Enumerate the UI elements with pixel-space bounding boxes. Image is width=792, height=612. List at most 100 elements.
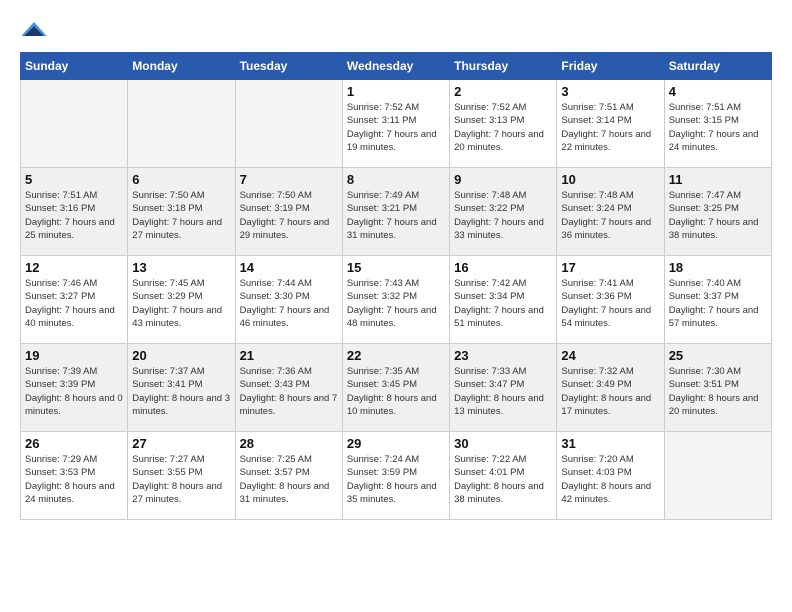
day-number: 2 [454, 84, 552, 99]
day-info: Sunrise: 7:43 AMSunset: 3:32 PMDaylight:… [347, 277, 445, 330]
day-info: Sunrise: 7:50 AMSunset: 3:19 PMDaylight:… [240, 189, 338, 242]
day-number: 24 [561, 348, 659, 363]
day-info: Sunrise: 7:45 AMSunset: 3:29 PMDaylight:… [132, 277, 230, 330]
weekday-header-saturday: Saturday [664, 53, 771, 80]
calendar-day: 14Sunrise: 7:44 AMSunset: 3:30 PMDayligh… [235, 256, 342, 344]
day-info: Sunrise: 7:47 AMSunset: 3:25 PMDaylight:… [669, 189, 767, 242]
calendar-day: 22 Sunrise: 7:35 AMSunset: 3:45 PMDayligh… [342, 344, 449, 432]
calendar-body: 1 Sunrise: 7:52 AMSunset: 3:11 PMDaylight… [21, 80, 772, 520]
day-info: Sunrise: 7:49 AMSunset: 3:21 PMDaylight:… [347, 189, 445, 242]
calendar-day: 16 Sunrise: 7:42 AMSunset: 3:34 PMDayligh… [450, 256, 557, 344]
day-info: Sunrise: 7:50 AMSunset: 3:18 PMDaylight:… [132, 189, 230, 242]
calendar-day: 2Sunrise: 7:52 AMSunset: 3:13 PMDaylight… [450, 80, 557, 168]
day-info: Sunrise: 7:33 AMSunset: 3:47 PMDaylight:… [454, 365, 552, 418]
calendar-day: 31 Sunrise: 7:20 AMSunset: 4:03 PMDayligh… [557, 432, 664, 520]
day-info: Sunrise: 7:51 AMSunset: 3:14 PMDaylight:… [561, 101, 659, 154]
calendar-day [128, 80, 235, 168]
day-number: 10 [561, 172, 659, 187]
calendar-day: 29 Sunrise: 7:24 AMSunset: 3:59 PMDayligh… [342, 432, 449, 520]
logo [20, 20, 52, 36]
calendar-day: 27 Sunrise: 7:27 AMSunset: 3:55 PMDayligh… [128, 432, 235, 520]
day-info: Sunrise: 7:32 AMSunset: 3:49 PMDaylight:… [561, 365, 659, 418]
day-info: Sunrise: 7:20 AMSunset: 4:03 PMDaylight:… [561, 453, 659, 506]
day-number: 1 [347, 84, 445, 99]
calendar-day: 9 Sunrise: 7:48 AMSunset: 3:22 PMDaylight… [450, 168, 557, 256]
day-number: 4 [669, 84, 767, 99]
weekday-header-wednesday: Wednesday [342, 53, 449, 80]
calendar-day: 19 Sunrise: 7:39 AMSunset: 3:39 PMDayligh… [21, 344, 128, 432]
day-number: 5 [25, 172, 123, 187]
day-number: 22 [347, 348, 445, 363]
calendar-day: 18 Sunrise: 7:40 AMSunset: 3:37 PMDayligh… [664, 256, 771, 344]
calendar-day: 4 Sunrise: 7:51 AMSunset: 3:15 PMDaylight… [664, 80, 771, 168]
day-info: Sunrise: 7:27 AMSunset: 3:55 PMDaylight:… [132, 453, 230, 506]
calendar-week-1: 1 Sunrise: 7:52 AMSunset: 3:11 PMDaylight… [21, 80, 772, 168]
day-number: 28 [240, 436, 338, 451]
calendar-day: 15 Sunrise: 7:43 AMSunset: 3:32 PMDayligh… [342, 256, 449, 344]
calendar-day: 20Sunrise: 7:37 AMSunset: 3:41 PMDayligh… [128, 344, 235, 432]
day-info: Sunrise: 7:24 AMSunset: 3:59 PMDaylight:… [347, 453, 445, 506]
day-info: Sunrise: 7:46 AMSunset: 3:27 PMDaylight:… [25, 277, 123, 330]
day-info: Sunrise: 7:52 AMSunset: 3:11 PMDaylight:… [347, 101, 445, 154]
calendar-day: 10 Sunrise: 7:48 AMSunset: 3:24 PMDayligh… [557, 168, 664, 256]
weekday-header-friday: Friday [557, 53, 664, 80]
day-info: Sunrise: 7:40 AMSunset: 3:37 PMDaylight:… [669, 277, 767, 330]
day-number: 17 [561, 260, 659, 275]
day-number: 12 [25, 260, 123, 275]
calendar-day: 8 Sunrise: 7:49 AMSunset: 3:21 PMDaylight… [342, 168, 449, 256]
day-number: 26 [25, 436, 123, 451]
calendar-day: 7Sunrise: 7:50 AMSunset: 3:19 PMDaylight… [235, 168, 342, 256]
day-info: Sunrise: 7:48 AMSunset: 3:22 PMDaylight:… [454, 189, 552, 242]
day-info: Sunrise: 7:41 AMSunset: 3:36 PMDaylight:… [561, 277, 659, 330]
day-info: Sunrise: 7:25 AMSunset: 3:57 PMDaylight:… [240, 453, 338, 506]
calendar-header-row: SundayMondayTuesdayWednesdayThursdayFrid… [21, 53, 772, 80]
page-header [20, 20, 772, 36]
calendar-day: 23 Sunrise: 7:33 AMSunset: 3:47 PMDayligh… [450, 344, 557, 432]
day-number: 19 [25, 348, 123, 363]
day-number: 8 [347, 172, 445, 187]
day-info: Sunrise: 7:30 AMSunset: 3:51 PMDaylight:… [669, 365, 767, 418]
calendar-day [21, 80, 128, 168]
logo-icon [20, 22, 48, 36]
calendar-day: 28 Sunrise: 7:25 AMSunset: 3:57 PMDayligh… [235, 432, 342, 520]
day-info: Sunrise: 7:22 AMSunset: 4:01 PMDaylight:… [454, 453, 552, 506]
calendar-week-2: 5 Sunrise: 7:51 AMSunset: 3:16 PMDaylight… [21, 168, 772, 256]
calendar-table: SundayMondayTuesdayWednesdayThursdayFrid… [20, 52, 772, 520]
day-number: 29 [347, 436, 445, 451]
day-number: 9 [454, 172, 552, 187]
day-info: Sunrise: 7:48 AMSunset: 3:24 PMDaylight:… [561, 189, 659, 242]
day-number: 30 [454, 436, 552, 451]
day-info: Sunrise: 7:51 AMSunset: 3:16 PMDaylight:… [25, 189, 123, 242]
calendar-day: 1 Sunrise: 7:52 AMSunset: 3:11 PMDaylight… [342, 80, 449, 168]
day-number: 20 [132, 348, 230, 363]
day-info: Sunrise: 7:42 AMSunset: 3:34 PMDaylight:… [454, 277, 552, 330]
calendar-day: 26 Sunrise: 7:29 AMSunset: 3:53 PMDayligh… [21, 432, 128, 520]
day-number: 13 [132, 260, 230, 275]
day-number: 18 [669, 260, 767, 275]
day-number: 25 [669, 348, 767, 363]
day-number: 3 [561, 84, 659, 99]
calendar-week-5: 26 Sunrise: 7:29 AMSunset: 3:53 PMDayligh… [21, 432, 772, 520]
calendar-day: 3 Sunrise: 7:51 AMSunset: 3:14 PMDaylight… [557, 80, 664, 168]
calendar-day: 12 Sunrise: 7:46 AMSunset: 3:27 PMDayligh… [21, 256, 128, 344]
day-number: 23 [454, 348, 552, 363]
calendar-day: 5 Sunrise: 7:51 AMSunset: 3:16 PMDaylight… [21, 168, 128, 256]
day-info: Sunrise: 7:29 AMSunset: 3:53 PMDaylight:… [25, 453, 123, 506]
day-number: 31 [561, 436, 659, 451]
calendar-day [235, 80, 342, 168]
day-number: 16 [454, 260, 552, 275]
weekday-header-monday: Monday [128, 53, 235, 80]
calendar-day: 6 Sunrise: 7:50 AMSunset: 3:18 PMDaylight… [128, 168, 235, 256]
day-info: Sunrise: 7:39 AMSunset: 3:39 PMDaylight:… [25, 365, 123, 418]
calendar-week-4: 19 Sunrise: 7:39 AMSunset: 3:39 PMDayligh… [21, 344, 772, 432]
day-number: 15 [347, 260, 445, 275]
day-info: Sunrise: 7:35 AMSunset: 3:45 PMDaylight:… [347, 365, 445, 418]
calendar-week-3: 12 Sunrise: 7:46 AMSunset: 3:27 PMDayligh… [21, 256, 772, 344]
day-number: 27 [132, 436, 230, 451]
calendar-day: 17 Sunrise: 7:41 AMSunset: 3:36 PMDayligh… [557, 256, 664, 344]
day-info: Sunrise: 7:51 AMSunset: 3:15 PMDaylight:… [669, 101, 767, 154]
calendar-day: 24 Sunrise: 7:32 AMSunset: 3:49 PMDayligh… [557, 344, 664, 432]
weekday-header-sunday: Sunday [21, 53, 128, 80]
day-number: 6 [132, 172, 230, 187]
calendar-day: 11Sunrise: 7:47 AMSunset: 3:25 PMDayligh… [664, 168, 771, 256]
